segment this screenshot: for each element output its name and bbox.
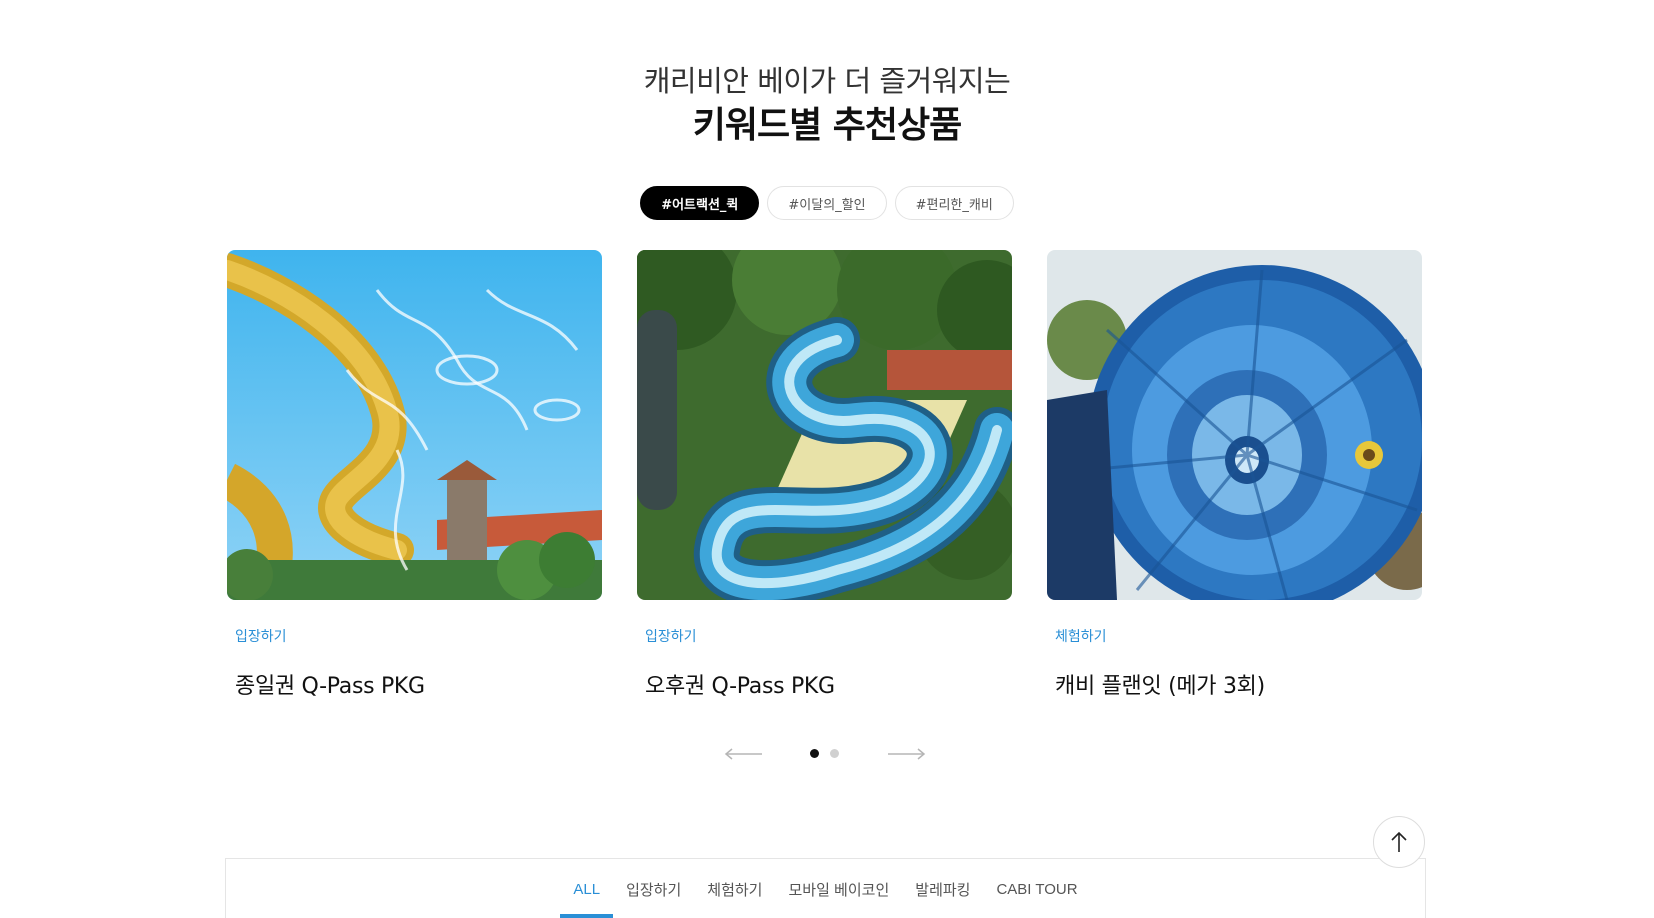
product-card[interactable]: 체험하기 캐비 플랜잇 (메가 3회) bbox=[1047, 250, 1422, 700]
product-image bbox=[637, 250, 1012, 600]
arrow-left-icon[interactable] bbox=[724, 746, 764, 760]
tab-experience[interactable]: 체험하기 bbox=[694, 859, 775, 918]
product-category: 체험하기 bbox=[1055, 629, 1107, 645]
tab-admission[interactable]: 입장하기 bbox=[613, 859, 694, 918]
product-image bbox=[227, 250, 602, 600]
keyword-tab-monthly-discount[interactable]: #이달의_할인 bbox=[767, 186, 887, 220]
tab-mobile-baycoin[interactable]: 모바일 베이코인 bbox=[775, 859, 902, 918]
keyword-tab-attraction-quick[interactable]: #어트랙션_퀵 bbox=[640, 186, 760, 220]
category-nav: ALL 입장하기 체험하기 모바일 베이코인 발레파킹 CABI TOUR bbox=[225, 858, 1426, 918]
tab-all[interactable]: ALL bbox=[560, 859, 613, 918]
page: 캐리비안 베이가 더 즐거워지는 키워드별 추천상품 #어트랙션_퀵 #이달의_… bbox=[0, 0, 1654, 918]
carousel-navigation bbox=[0, 744, 1654, 764]
arrow-up-icon bbox=[1391, 831, 1407, 852]
scroll-top-button[interactable] bbox=[1373, 816, 1425, 868]
carousel-dot-2[interactable] bbox=[830, 749, 839, 758]
carousel-dot-1[interactable] bbox=[810, 749, 819, 758]
keyword-tab-convenient-cabi[interactable]: #편리한_캐비 bbox=[894, 186, 1014, 220]
product-card[interactable]: 입장하기 종일권 Q-Pass PKG bbox=[227, 250, 602, 700]
product-category: 입장하기 bbox=[235, 629, 287, 645]
product-title[interactable]: 캐비 플랜잇 (메가 3회) bbox=[1047, 668, 1422, 700]
category-tabs: ALL 입장하기 체험하기 모바일 베이코인 발레파킹 CABI TOUR bbox=[226, 859, 1425, 918]
tab-cabi-tour[interactable]: CABI TOUR bbox=[983, 859, 1090, 918]
product-title[interactable]: 종일권 Q-Pass PKG bbox=[227, 668, 602, 700]
product-card[interactable]: 입장하기 오후권 Q-Pass PKG bbox=[637, 250, 1012, 700]
arrow-right-icon[interactable] bbox=[886, 746, 926, 760]
product-category: 입장하기 bbox=[645, 629, 697, 645]
tab-valet-parking[interactable]: 발레파킹 bbox=[902, 859, 983, 918]
product-image bbox=[1047, 250, 1422, 600]
section-title: 키워드별 추천상품 bbox=[692, 105, 963, 146]
product-title[interactable]: 오후권 Q-Pass PKG bbox=[637, 668, 1012, 700]
keyword-tabs: #어트랙션_퀵 #이달의_할인 #편리한_캐비 bbox=[0, 186, 1654, 220]
section-subtitle: 캐리비안 베이가 더 즐거워지는 bbox=[643, 64, 1011, 98]
product-carousel: 입장하기 종일권 Q-Pass PKG 입장하기 오후권 Q-Pass PKG … bbox=[0, 250, 1654, 720]
